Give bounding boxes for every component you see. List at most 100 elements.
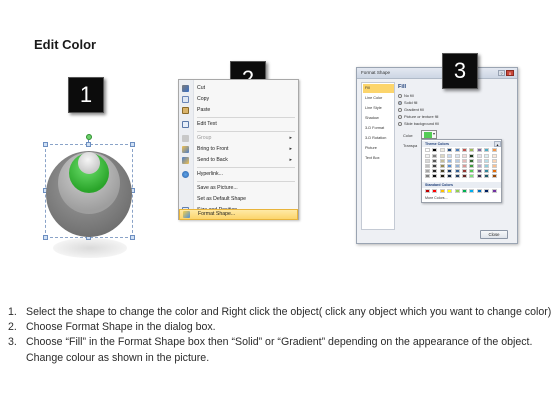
nav-item-3d-format[interactable]: 3-D Format [363, 124, 394, 133]
nav-item-line-color[interactable]: Line Color [363, 94, 394, 103]
color-picker-button[interactable]: ▾ [421, 130, 437, 139]
color-swatch[interactable] [484, 164, 490, 168]
menu-item-cut[interactable]: Cut [179, 83, 298, 94]
color-swatch[interactable] [491, 159, 497, 163]
color-swatch[interactable] [462, 164, 467, 168]
radio-slide-background-fill[interactable]: Slide background fill [398, 120, 478, 127]
color-swatch[interactable] [476, 164, 482, 168]
color-swatch[interactable] [439, 189, 445, 193]
radio-no-fill[interactable]: No fill [398, 92, 478, 99]
radio-button[interactable] [398, 114, 402, 119]
color-swatch[interactable] [432, 174, 438, 178]
color-swatch[interactable] [425, 154, 430, 158]
color-swatch[interactable] [454, 154, 460, 158]
radio-button[interactable] [398, 107, 402, 112]
color-swatch[interactable] [425, 164, 430, 168]
color-swatch[interactable] [484, 148, 490, 152]
color-swatch[interactable] [469, 174, 475, 178]
color-swatch[interactable] [484, 189, 490, 193]
radio-button-selected[interactable] [398, 100, 402, 105]
color-swatch[interactable] [469, 159, 475, 163]
color-swatch[interactable] [454, 148, 460, 152]
color-swatch[interactable] [454, 159, 460, 163]
color-swatch[interactable] [469, 154, 475, 158]
color-swatch[interactable] [439, 159, 445, 163]
color-swatch[interactable] [454, 174, 460, 178]
color-swatch[interactable] [447, 148, 453, 152]
color-swatch[interactable] [439, 164, 445, 168]
color-swatch[interactable] [425, 174, 430, 178]
color-swatch[interactable] [439, 174, 445, 178]
color-swatch[interactable] [476, 189, 482, 193]
color-swatch[interactable] [476, 169, 482, 173]
color-swatch[interactable] [454, 169, 460, 173]
menu-item-paste[interactable]: Paste [179, 105, 298, 116]
help-button[interactable]: ? [498, 70, 505, 76]
color-swatch[interactable] [447, 154, 453, 158]
nav-item-picture[interactable]: Picture [363, 144, 394, 153]
color-swatch[interactable] [462, 154, 467, 158]
color-swatch[interactable] [439, 169, 445, 173]
color-swatch[interactable] [484, 159, 490, 163]
color-swatch[interactable] [425, 148, 430, 152]
color-swatch[interactable] [462, 159, 467, 163]
color-swatch[interactable] [425, 189, 430, 193]
color-swatch[interactable] [469, 189, 475, 193]
color-swatch[interactable] [491, 164, 497, 168]
color-swatch[interactable] [491, 189, 497, 193]
color-swatch[interactable] [462, 189, 467, 193]
color-swatch[interactable] [491, 148, 497, 152]
radio-solid-fill[interactable]: Solid fill [398, 99, 478, 106]
color-swatch[interactable] [432, 164, 438, 168]
menu-item-hyperlink[interactable]: Hyperlink... [179, 169, 298, 180]
color-swatch[interactable] [469, 148, 475, 152]
color-swatch[interactable] [439, 154, 445, 158]
color-swatch[interactable] [476, 148, 482, 152]
color-swatch[interactable] [432, 159, 438, 163]
menu-item-bring-to-front[interactable]: Bring to Front ▸ [179, 144, 298, 155]
menu-item-copy[interactable]: Copy [179, 94, 298, 105]
radio-button[interactable] [398, 121, 402, 126]
color-swatch[interactable] [425, 169, 430, 173]
rotation-handle[interactable] [86, 134, 92, 140]
menu-item-group[interactable]: Group ▸ [179, 133, 298, 144]
color-swatch[interactable] [432, 148, 438, 152]
nav-item-line-style[interactable]: Line Style [363, 104, 394, 113]
color-swatch[interactable] [476, 174, 482, 178]
nav-item-3d-rotation[interactable]: 3-D Rotation [363, 134, 394, 143]
nav-item-shadow[interactable]: Shadow [363, 114, 394, 123]
radio-picture-fill[interactable]: Picture or texture fill [398, 113, 478, 120]
close-button[interactable]: Close [480, 230, 508, 239]
color-swatch[interactable] [432, 189, 438, 193]
color-swatch[interactable] [447, 164, 453, 168]
concentric-circles-shape[interactable] [45, 144, 133, 238]
color-swatch[interactable] [425, 159, 430, 163]
menu-item-save-as-picture[interactable]: Save as Picture... [179, 183, 298, 194]
color-swatch[interactable] [432, 154, 438, 158]
dialog-title-bar[interactable]: Format Shape ? x [357, 68, 517, 79]
menu-item-set-default-shape[interactable]: Set as Default Shape [179, 194, 298, 205]
color-swatch[interactable] [469, 164, 475, 168]
radio-button[interactable] [398, 93, 402, 98]
color-swatch[interactable] [484, 169, 490, 173]
color-swatch[interactable] [491, 174, 497, 178]
color-swatch[interactable] [469, 169, 475, 173]
color-swatch[interactable] [432, 169, 438, 173]
nav-item-text-box[interactable]: Text Box [363, 154, 394, 163]
color-swatch[interactable] [447, 189, 453, 193]
menu-item-format-shape[interactable]: Format Shape... [179, 209, 298, 220]
color-swatch[interactable] [476, 154, 482, 158]
nav-item-fill[interactable]: Fill [363, 84, 394, 93]
color-swatch[interactable] [454, 189, 460, 193]
color-swatch[interactable] [476, 159, 482, 163]
color-swatch[interactable] [447, 169, 453, 173]
radio-gradient-fill[interactable]: Gradient fill [398, 106, 478, 113]
color-swatch[interactable] [491, 169, 497, 173]
color-swatch[interactable] [462, 148, 467, 152]
color-swatch[interactable] [454, 164, 460, 168]
more-colors-link[interactable]: More Colors... [425, 196, 448, 200]
color-swatch[interactable] [484, 154, 490, 158]
close-icon[interactable]: x [506, 70, 514, 76]
color-swatch[interactable] [491, 154, 497, 158]
scroll-up-icon[interactable]: ▴ [494, 141, 501, 147]
